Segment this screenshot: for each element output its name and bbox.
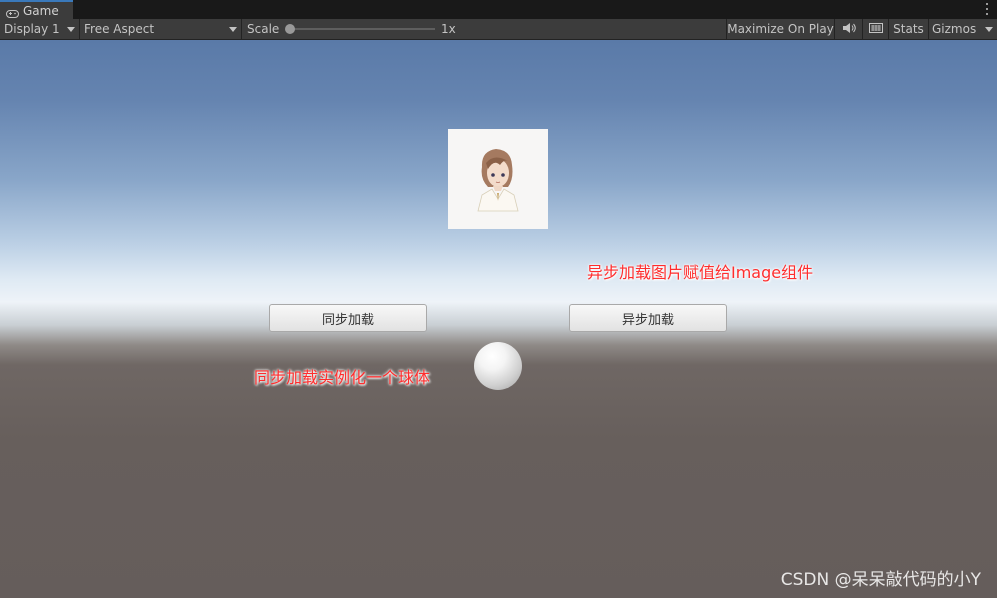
async-load-button[interactable]: 异步加载 xyxy=(569,304,727,332)
async-load-note: 异步加载图片赋值给Image组件 xyxy=(587,263,814,282)
stats-toggle[interactable]: Stats xyxy=(888,19,928,39)
display-dropdown-label: Display 1 xyxy=(4,22,60,36)
dropdown-arrow-icon xyxy=(229,27,237,32)
aspect-dropdown-label: Free Aspect xyxy=(84,22,155,36)
gizmos-label: Gizmos xyxy=(932,22,977,36)
tab-game-label: Game xyxy=(23,3,59,18)
stats-label: Stats xyxy=(893,22,924,36)
scale-slider-track[interactable] xyxy=(289,28,435,30)
sync-load-button[interactable]: 同步加载 xyxy=(269,304,427,332)
display-dropdown[interactable]: Display 1 xyxy=(0,19,80,39)
kebab-menu-icon[interactable] xyxy=(986,3,989,15)
sync-load-note: 同步加载实例化一个球体 xyxy=(254,368,431,387)
tab-game[interactable]: Game xyxy=(0,0,73,19)
maximize-on-play-toggle[interactable]: Maximize On Play xyxy=(726,19,834,39)
scale-label: Scale xyxy=(247,22,280,36)
anime-character-image xyxy=(448,129,548,229)
scale-value: 1x xyxy=(441,22,456,36)
async-load-button-label: 异步加载 xyxy=(621,312,674,328)
aspect-dropdown[interactable]: Free Aspect xyxy=(80,19,242,39)
gizmos-dropdown[interactable]: Gizmos xyxy=(928,19,997,39)
window-tab-bar: Game xyxy=(0,0,997,19)
maximize-on-play-label: Maximize On Play xyxy=(727,22,834,36)
gamepad-icon xyxy=(6,7,19,18)
game-viewport[interactable]: 异步加载图片赋值给Image组件 同步加载 异步加载 同步加载实例化一个球体 C… xyxy=(0,40,997,598)
speaker-icon xyxy=(842,22,856,36)
watermark: CSDN @呆呆敲代码的小Y xyxy=(780,570,981,590)
sphere-object xyxy=(474,342,522,390)
mute-audio-toggle[interactable] xyxy=(834,19,862,39)
keyboard-icon xyxy=(868,22,883,36)
sync-load-button-label: 同步加载 xyxy=(321,312,374,328)
game-view-toolbar: Display 1 Free Aspect Scale 1x Maximize … xyxy=(0,19,997,40)
scale-slider-knob[interactable] xyxy=(285,24,295,34)
dropdown-arrow-icon xyxy=(985,27,993,32)
dropdown-arrow-icon xyxy=(67,27,75,32)
shortcuts-toggle[interactable] xyxy=(862,19,888,39)
